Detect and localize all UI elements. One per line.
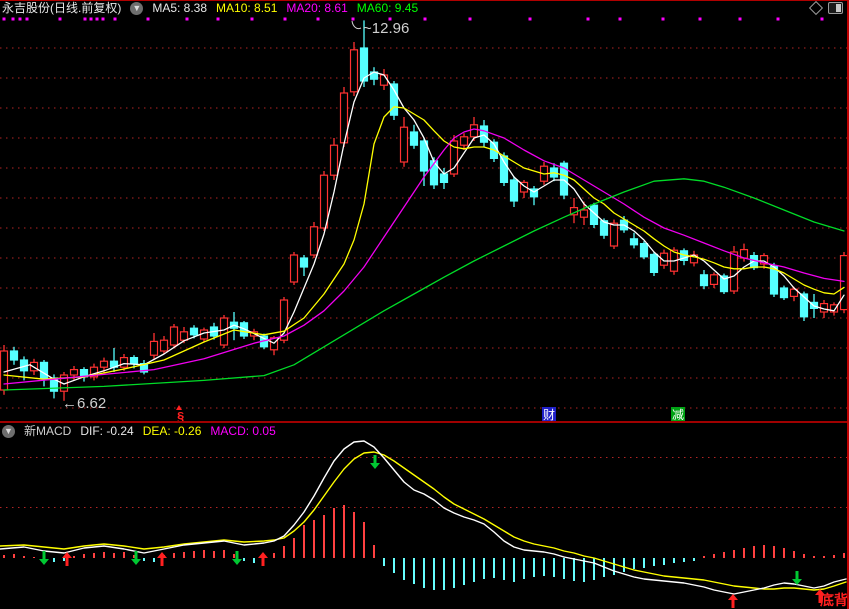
dif-value: DIF: -0.24 xyxy=(80,424,133,439)
dea-value: DEA: -0.26 xyxy=(143,424,202,439)
macd-value: MACD: 0.05 xyxy=(210,424,275,439)
svg-text:减: 减 xyxy=(672,408,684,422)
panel-divider[interactable] xyxy=(0,421,849,423)
svg-text:财: 财 xyxy=(543,408,555,422)
window-corner-icons xyxy=(811,2,843,14)
stock-app-window: ~12.96←6.62§财减底背 永吉股份(日线.前复权) ▼ MA5: 8.3… xyxy=(0,0,849,609)
indicator-name: 新MACD xyxy=(24,424,71,439)
low-price-label: ←6.62 xyxy=(62,395,106,412)
sell-signal-arrow-icon xyxy=(792,571,802,585)
divergence-label: 底背 xyxy=(820,592,848,608)
diamond-icon[interactable] xyxy=(809,1,823,15)
chevron-down-icon[interactable]: ▼ xyxy=(130,2,143,15)
main-chart-header: 永吉股份(日线.前复权) ▼ MA5: 8.38 MA10: 8.51 MA20… xyxy=(2,1,418,16)
buy-signal-arrow-icon xyxy=(157,552,167,566)
ma10-value: MA10: 8.51 xyxy=(216,1,277,16)
ma20-value: MA20: 8.61 xyxy=(286,1,347,16)
sell-signal-arrow-icon xyxy=(131,551,141,565)
window-top-border xyxy=(0,0,849,1)
sell-signal-arrow-icon xyxy=(39,551,49,565)
stock-title: 永吉股份(日线.前复权) xyxy=(2,1,121,16)
peak-price-label: ~12.96 xyxy=(363,20,409,37)
ma5-value: MA5: 8.38 xyxy=(152,1,207,16)
buy-signal-arrow-icon xyxy=(258,552,268,566)
candlestick-and-macd-chart[interactable]: ~12.96←6.62§财减底背 xyxy=(0,0,849,609)
macd-panel-header: ▼ 新MACD DIF: -0.24 DEA: -0.26 MACD: 0.05 xyxy=(2,424,276,439)
chevron-down-icon[interactable]: ▼ xyxy=(2,425,15,438)
buy-signal-arrow-icon xyxy=(728,594,738,608)
panel-layout-icon[interactable] xyxy=(828,2,843,14)
event-badge-jian[interactable]: 减 xyxy=(671,407,685,422)
ma60-value: MA60: 9.45 xyxy=(357,1,418,16)
event-badge-cai[interactable]: 财 xyxy=(542,407,556,422)
